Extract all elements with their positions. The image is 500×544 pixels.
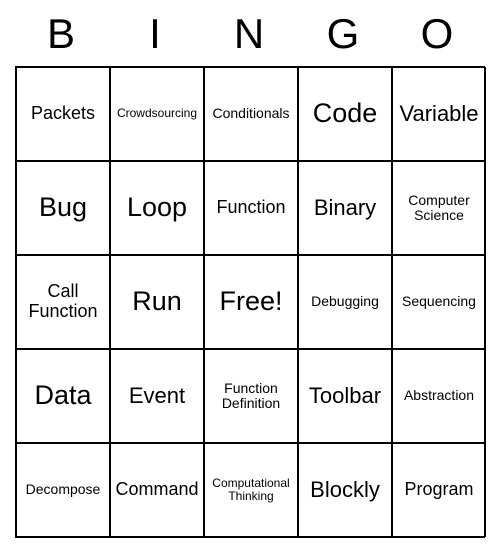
header-letter-o: O [391, 10, 485, 58]
bingo-cell[interactable]: Sequencing [392, 255, 486, 349]
bingo-cell[interactable]: Computational Thinking [204, 443, 298, 537]
bingo-cell[interactable]: Variable [392, 67, 486, 161]
bingo-cell[interactable]: Program [392, 443, 486, 537]
bingo-cell[interactable]: Code [298, 67, 392, 161]
header-letter-i: I [109, 10, 203, 58]
bingo-cell[interactable]: Function Definition [204, 349, 298, 443]
bingo-cell[interactable]: Computer Science [392, 161, 486, 255]
bingo-cell[interactable]: Packets [16, 67, 110, 161]
bingo-cell[interactable]: Binary [298, 161, 392, 255]
header-letter-b: B [15, 10, 109, 58]
bingo-cell[interactable]: Call Function [16, 255, 110, 349]
bingo-cell[interactable]: Run [110, 255, 204, 349]
bingo-cell[interactable]: Command [110, 443, 204, 537]
bingo-cell[interactable]: Toolbar [298, 349, 392, 443]
bingo-grid: Packets Crowdsourcing Conditionals Code … [15, 66, 485, 538]
header-letter-g: G [297, 10, 391, 58]
bingo-header: B I N G O [15, 10, 485, 58]
bingo-cell[interactable]: Loop [110, 161, 204, 255]
bingo-cell[interactable]: Abstraction [392, 349, 486, 443]
bingo-cell[interactable]: Function [204, 161, 298, 255]
header-letter-n: N [203, 10, 297, 58]
bingo-cell[interactable]: Debugging [298, 255, 392, 349]
bingo-cell[interactable]: Crowdsourcing [110, 67, 204, 161]
bingo-cell[interactable]: Decompose [16, 443, 110, 537]
bingo-cell[interactable]: Conditionals [204, 67, 298, 161]
bingo-cell[interactable]: Data [16, 349, 110, 443]
bingo-cell[interactable]: Event [110, 349, 204, 443]
bingo-cell[interactable]: Blockly [298, 443, 392, 537]
bingo-cell-free[interactable]: Free! [204, 255, 298, 349]
bingo-cell[interactable]: Bug [16, 161, 110, 255]
